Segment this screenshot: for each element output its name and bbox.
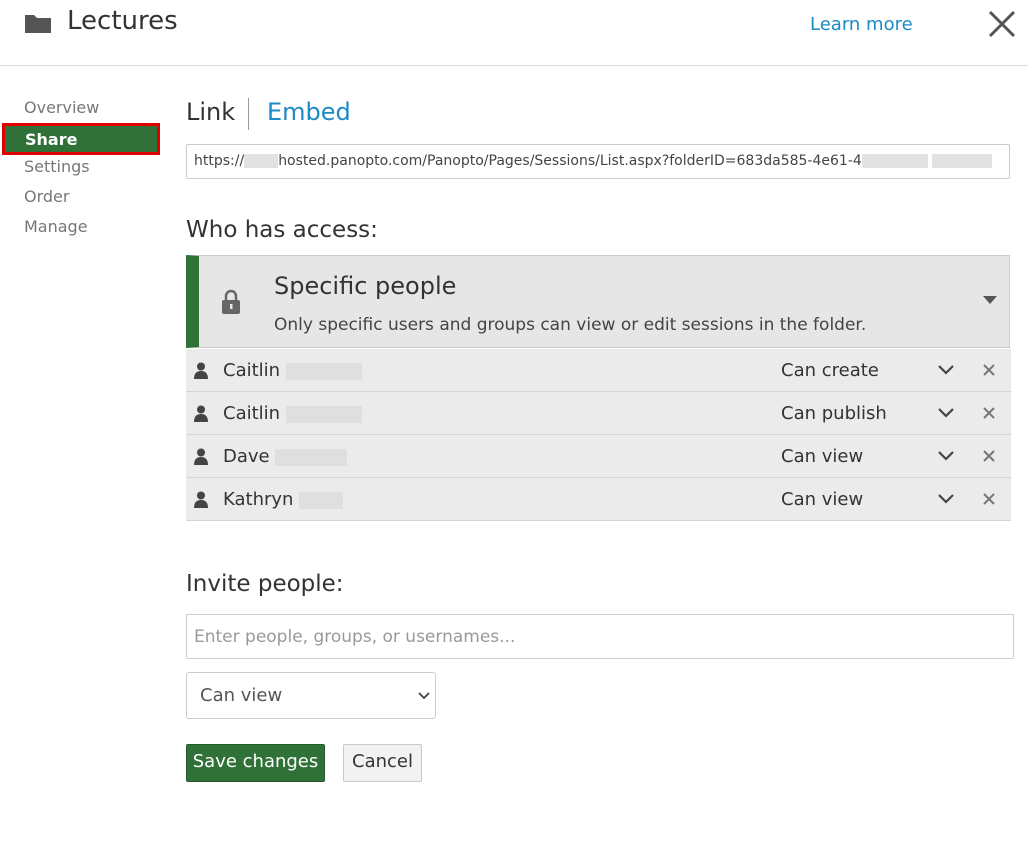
lock-icon <box>222 289 240 314</box>
tab-embed[interactable]: Embed <box>267 98 351 126</box>
dialog-header: Lectures Learn more <box>0 0 1028 66</box>
url-prefix: https:// <box>194 153 245 169</box>
cancel-button[interactable]: Cancel <box>343 744 422 782</box>
save-changes-button[interactable]: Save changes <box>186 744 325 782</box>
sidebar-item-share[interactable]: Share <box>2 123 160 155</box>
sidebar-item-settings[interactable]: Settings <box>24 157 90 176</box>
chevron-down-icon[interactable] <box>938 451 954 461</box>
redacted-text <box>285 362 362 380</box>
redacted-text <box>244 154 279 168</box>
chevron-down-icon <box>418 692 430 700</box>
permission-select[interactable]: Can view <box>781 446 863 467</box>
tab-link[interactable]: Link <box>186 98 235 126</box>
invite-people-input[interactable] <box>186 614 1014 659</box>
access-level-dropdown[interactable]: Specific people Only specific users and … <box>186 255 1010 348</box>
chevron-down-icon[interactable] <box>938 408 954 418</box>
remove-icon[interactable] <box>983 450 995 462</box>
folder-icon <box>25 15 51 33</box>
sidebar-item-manage[interactable]: Manage <box>24 217 88 236</box>
permission-select[interactable]: Can view <box>781 489 863 510</box>
invite-permission-value: Can view <box>200 685 283 706</box>
redacted-text <box>285 405 362 423</box>
chevron-down-icon[interactable] <box>938 494 954 504</box>
person-name: Caitlin <box>223 403 362 424</box>
permission-select[interactable]: Can create <box>781 360 879 381</box>
access-level-title: Specific people <box>274 272 457 300</box>
sidebar-item-overview[interactable]: Overview <box>24 98 99 117</box>
url-text: hosted.panopto.com/Panopto/Pages/Session… <box>278 153 862 169</box>
user-icon <box>194 491 208 508</box>
invite-permission-select[interactable]: Can view <box>186 672 436 719</box>
share-url-field[interactable]: https:// hosted.panopto.com/Panopto/Pages… <box>186 144 1010 179</box>
person-row: Dave Can view <box>186 435 1011 478</box>
person-name: Dave <box>223 446 348 467</box>
person-name: Caitlin <box>223 360 362 381</box>
page-title: Lectures <box>67 6 178 36</box>
sidebar-item-order[interactable]: Order <box>24 187 69 206</box>
learn-more-link[interactable]: Learn more <box>810 14 913 35</box>
user-icon <box>194 362 208 379</box>
redacted-text <box>932 154 993 168</box>
caret-down-icon <box>983 296 997 304</box>
close-icon[interactable] <box>986 8 1018 40</box>
tab-divider <box>248 98 249 130</box>
person-row: Kathryn Can view <box>186 478 1011 521</box>
person-row: Caitlin Can publish <box>186 392 1011 435</box>
person-name: Kathryn <box>223 489 344 510</box>
remove-icon[interactable] <box>983 493 995 505</box>
redacted-text <box>275 448 348 466</box>
remove-icon[interactable] <box>983 364 995 376</box>
user-icon <box>194 448 208 465</box>
redacted-text <box>861 154 928 168</box>
permission-select[interactable]: Can publish <box>781 403 887 424</box>
redacted-text <box>299 491 344 509</box>
access-heading: Who has access: <box>186 217 378 243</box>
user-icon <box>194 405 208 422</box>
remove-icon[interactable] <box>983 407 995 419</box>
people-list: Caitlin Can create Caitlin Can publish D… <box>186 349 1011 521</box>
access-level-description: Only specific users and groups can view … <box>274 315 867 335</box>
invite-heading: Invite people: <box>186 571 344 597</box>
person-row: Caitlin Can create <box>186 349 1011 392</box>
chevron-down-icon[interactable] <box>938 365 954 375</box>
